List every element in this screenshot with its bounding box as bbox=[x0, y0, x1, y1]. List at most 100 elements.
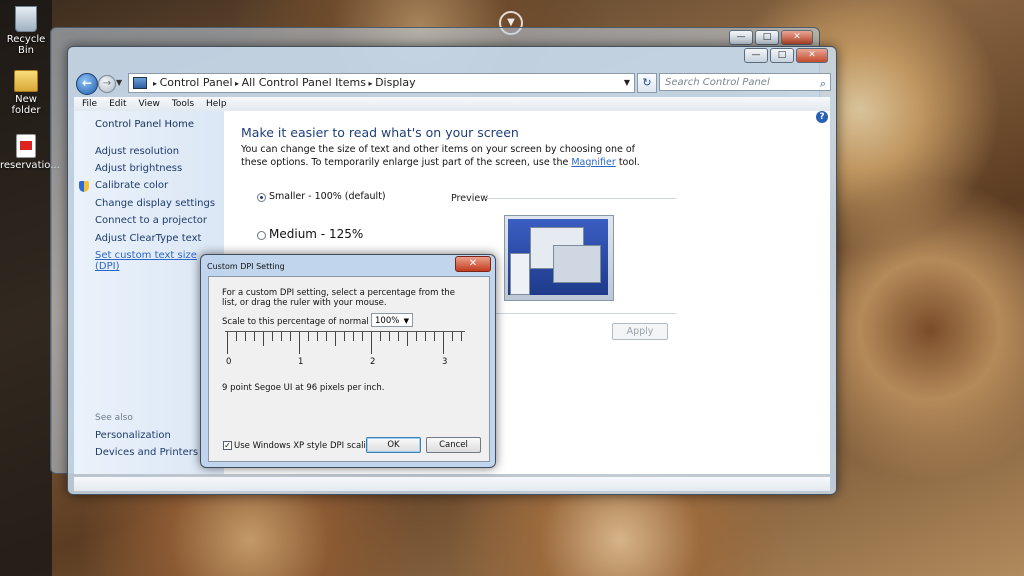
ruler-number: 0 bbox=[226, 357, 232, 367]
dpi-ruler[interactable]: 0 1 2 3 bbox=[225, 331, 465, 372]
forward-arrow-icon[interactable]: → bbox=[98, 75, 116, 93]
menu-help[interactable]: Help bbox=[206, 99, 227, 109]
scale-value: 100% bbox=[375, 316, 400, 326]
control-panel-icon bbox=[133, 77, 147, 89]
ruler-tick bbox=[272, 332, 273, 341]
ruler-tick bbox=[371, 332, 372, 354]
help-icon[interactable]: ? bbox=[816, 111, 828, 123]
ruler-tick bbox=[299, 332, 300, 354]
ruler-tick bbox=[416, 332, 417, 341]
search-placeholder: Search Control Panel bbox=[665, 77, 770, 88]
divider bbox=[486, 198, 676, 199]
sidebar-item-personalization[interactable]: Personalization bbox=[95, 430, 171, 441]
sidebar-item-brightness[interactable]: Adjust brightness bbox=[95, 163, 182, 174]
ruler-tick bbox=[344, 332, 345, 341]
desktop-icon-new-folder[interactable]: New folder bbox=[0, 70, 52, 116]
sidebar-item-calibrate[interactable]: Calibrate color bbox=[95, 180, 168, 191]
ruler-number: 3 bbox=[442, 357, 448, 367]
breadcrumb-all-items[interactable]: All Control Panel Items bbox=[242, 76, 366, 89]
sidebar-item-projector[interactable]: Connect to a projector bbox=[95, 215, 207, 226]
dialog-close-button[interactable]: ✕ bbox=[455, 256, 491, 272]
ruler-tick bbox=[317, 332, 318, 341]
chevron-right-icon: ▸ bbox=[232, 79, 242, 88]
menu-file[interactable]: File bbox=[82, 99, 97, 109]
search-icon[interactable]: ⌕ bbox=[820, 75, 826, 93]
ruler-tick bbox=[335, 332, 336, 346]
sidebar-item-resolution[interactable]: Adjust resolution bbox=[95, 146, 179, 157]
breadcrumb-control-panel[interactable]: Control Panel bbox=[160, 76, 233, 89]
scale-label: Scale to this percentage of normal size: bbox=[222, 317, 391, 327]
dpi-info: 9 point Segoe UI at 96 pixels per inch. bbox=[222, 383, 385, 393]
page-description: You can change the size of text and othe… bbox=[241, 143, 661, 169]
desktop-icon-recycle-bin[interactable]: Recycle Bin bbox=[0, 6, 52, 56]
sidebar-item-cleartype[interactable]: Adjust ClearType text bbox=[95, 233, 201, 244]
ruler-tick bbox=[461, 332, 462, 341]
status-bar bbox=[74, 477, 830, 491]
ruler-tick bbox=[254, 332, 255, 341]
preview-label: Preview bbox=[451, 193, 488, 204]
cancel-button[interactable]: Cancel bbox=[426, 437, 481, 453]
see-also-label: See also bbox=[95, 413, 133, 423]
minimize-button[interactable]: — bbox=[729, 30, 753, 45]
preview-image bbox=[504, 215, 614, 301]
close-button[interactable]: ✕ bbox=[781, 30, 813, 45]
chevron-right-icon: ▸ bbox=[365, 79, 376, 88]
pdf-icon bbox=[16, 134, 36, 158]
minimize-button[interactable]: — bbox=[744, 48, 768, 63]
ruler-tick bbox=[362, 332, 363, 341]
ruler-tick bbox=[308, 332, 309, 341]
ruler-tick bbox=[380, 332, 381, 341]
ruler-number: 1 bbox=[298, 357, 304, 367]
sidebar-item-display-settings[interactable]: Change display settings bbox=[95, 198, 215, 209]
maximize-button[interactable]: □ bbox=[770, 48, 794, 63]
navigation-bar: ← → ▼ ▸ Control Panel ▸ All Control Pane… bbox=[74, 72, 831, 96]
ruler-tick bbox=[452, 332, 453, 341]
ruler-tick bbox=[326, 332, 327, 341]
chevron-down-icon: ▼ bbox=[403, 317, 409, 325]
address-bar[interactable]: ▸ Control Panel ▸ All Control Panel Item… bbox=[128, 73, 635, 93]
option-smaller-label[interactable]: Smaller - 100% (default) bbox=[269, 191, 386, 202]
page-title: Make it easier to read what's on your sc… bbox=[241, 125, 519, 140]
radio-smaller[interactable] bbox=[257, 193, 266, 202]
maximize-button[interactable]: □ bbox=[755, 30, 779, 45]
radio-medium[interactable] bbox=[257, 231, 266, 240]
desktop-icon-label: New folder bbox=[11, 94, 41, 116]
menu-view[interactable]: View bbox=[139, 99, 160, 109]
menu-tools[interactable]: Tools bbox=[172, 99, 194, 109]
xp-scaling-checkbox[interactable]: ✓ bbox=[223, 441, 232, 450]
dialog-body: For a custom DPI setting, select a perce… bbox=[208, 276, 490, 462]
desktop-icon-label: Recycle Bin bbox=[6, 34, 46, 56]
refresh-icon[interactable]: ↻ bbox=[637, 73, 657, 93]
ruler-tick bbox=[389, 332, 390, 341]
scale-select[interactable]: 100% ▼ bbox=[371, 313, 413, 327]
menu-edit[interactable]: Edit bbox=[109, 99, 126, 109]
apply-button[interactable]: Apply bbox=[612, 323, 668, 340]
search-input[interactable]: Search Control Panel ⌕ bbox=[659, 73, 831, 91]
description-suffix: tool. bbox=[615, 157, 640, 168]
close-button[interactable]: ✕ bbox=[796, 48, 828, 63]
dialog-instructions: For a custom DPI setting, select a perce… bbox=[222, 288, 456, 308]
ruler-tick bbox=[353, 332, 354, 341]
ruler-tick bbox=[281, 332, 282, 341]
breadcrumb-display[interactable]: Display bbox=[375, 76, 416, 89]
dialog-title: Custom DPI Setting bbox=[207, 262, 285, 271]
ruler-tick bbox=[443, 332, 444, 354]
desktop-icon-reservation[interactable]: reservatio... bbox=[0, 134, 60, 171]
ruler-tick bbox=[227, 332, 228, 354]
sidebar-item-devices[interactable]: Devices and Printers bbox=[95, 447, 198, 458]
custom-dpi-dialog: Custom DPI Setting ✕ For a custom DPI se… bbox=[200, 254, 496, 468]
xp-scaling-label[interactable]: Use Windows XP style DPI scaling bbox=[234, 441, 377, 451]
option-medium-label[interactable]: Medium - 125% bbox=[269, 227, 363, 241]
address-dropdown-icon[interactable]: ▼ bbox=[624, 74, 630, 92]
ruler-tick bbox=[263, 332, 264, 346]
recycle-bin-icon bbox=[15, 6, 37, 32]
back-arrow-icon[interactable]: ← bbox=[76, 73, 98, 95]
magnifier-link[interactable]: Magnifier bbox=[571, 157, 615, 168]
ruler-tick bbox=[236, 332, 237, 341]
folder-icon bbox=[14, 70, 38, 92]
ok-button[interactable]: OK bbox=[366, 437, 421, 453]
sidebar-item-home[interactable]: Control Panel Home bbox=[95, 119, 194, 130]
ruler-tick bbox=[245, 332, 246, 341]
history-dropdown-icon[interactable]: ▼ bbox=[116, 78, 122, 87]
menu-bar: File Edit View Tools Help bbox=[74, 97, 830, 111]
